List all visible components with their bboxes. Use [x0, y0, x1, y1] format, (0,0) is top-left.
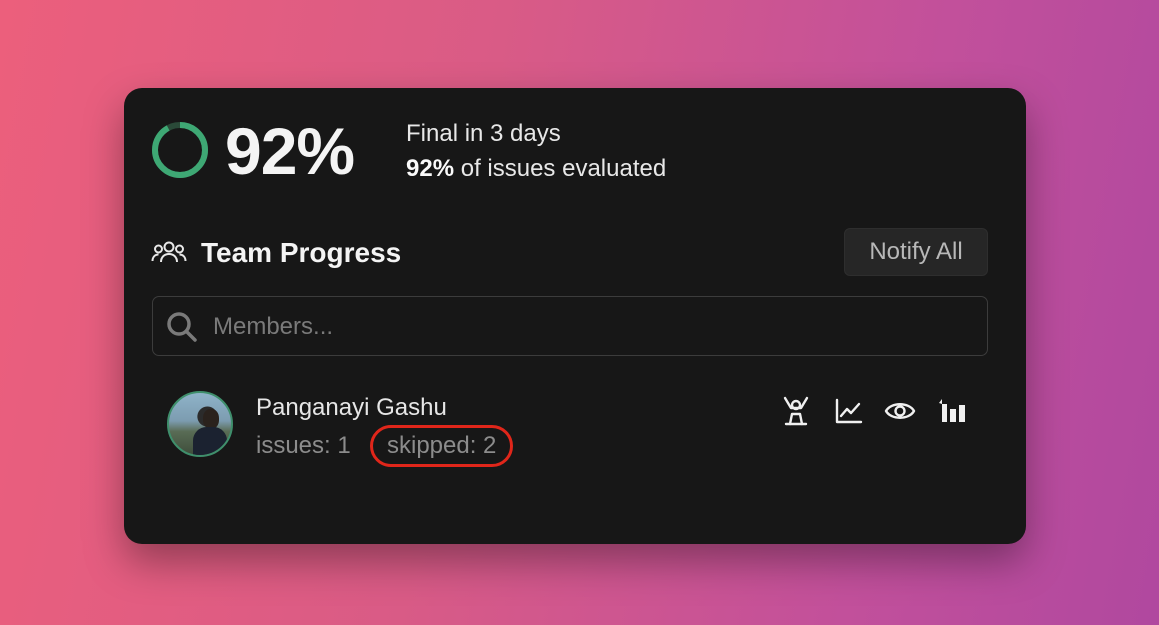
eye-icon[interactable]	[884, 396, 916, 426]
issues-count: issues: 1	[256, 432, 351, 459]
avatar-body	[193, 427, 227, 455]
eval-percent: 92%	[406, 155, 455, 182]
overall-percent: 92%	[225, 114, 355, 188]
eval-suffix: of issues evaluated	[454, 155, 667, 182]
avatar[interactable]	[167, 391, 233, 457]
team-progress-card: 92% Final in 3 days 92% of issues evalua…	[124, 88, 1026, 544]
evaluation-status: 92% of issues evaluated	[406, 154, 666, 184]
ranking-icon[interactable]	[937, 396, 969, 426]
section-title: Team Progress	[201, 237, 402, 268]
final-deadline-text: Final in 3 days	[406, 120, 561, 147]
notify-all-button[interactable]: Notify All	[844, 228, 988, 276]
search-input[interactable]	[211, 305, 975, 349]
chart-icon[interactable]	[833, 396, 865, 426]
progress-ring-icon	[152, 122, 208, 178]
search-icon	[167, 312, 197, 342]
skipped-count: skipped: 2	[370, 425, 514, 467]
avatar-head	[203, 409, 219, 429]
member-search	[152, 296, 988, 356]
member-name: Panganayi Gashu	[256, 394, 447, 421]
reviewer-icon[interactable]	[780, 396, 812, 426]
team-icon	[151, 241, 187, 263]
member-row[interactable]: Panganayi Gashu issues: 1 skipped: 2	[164, 388, 984, 468]
